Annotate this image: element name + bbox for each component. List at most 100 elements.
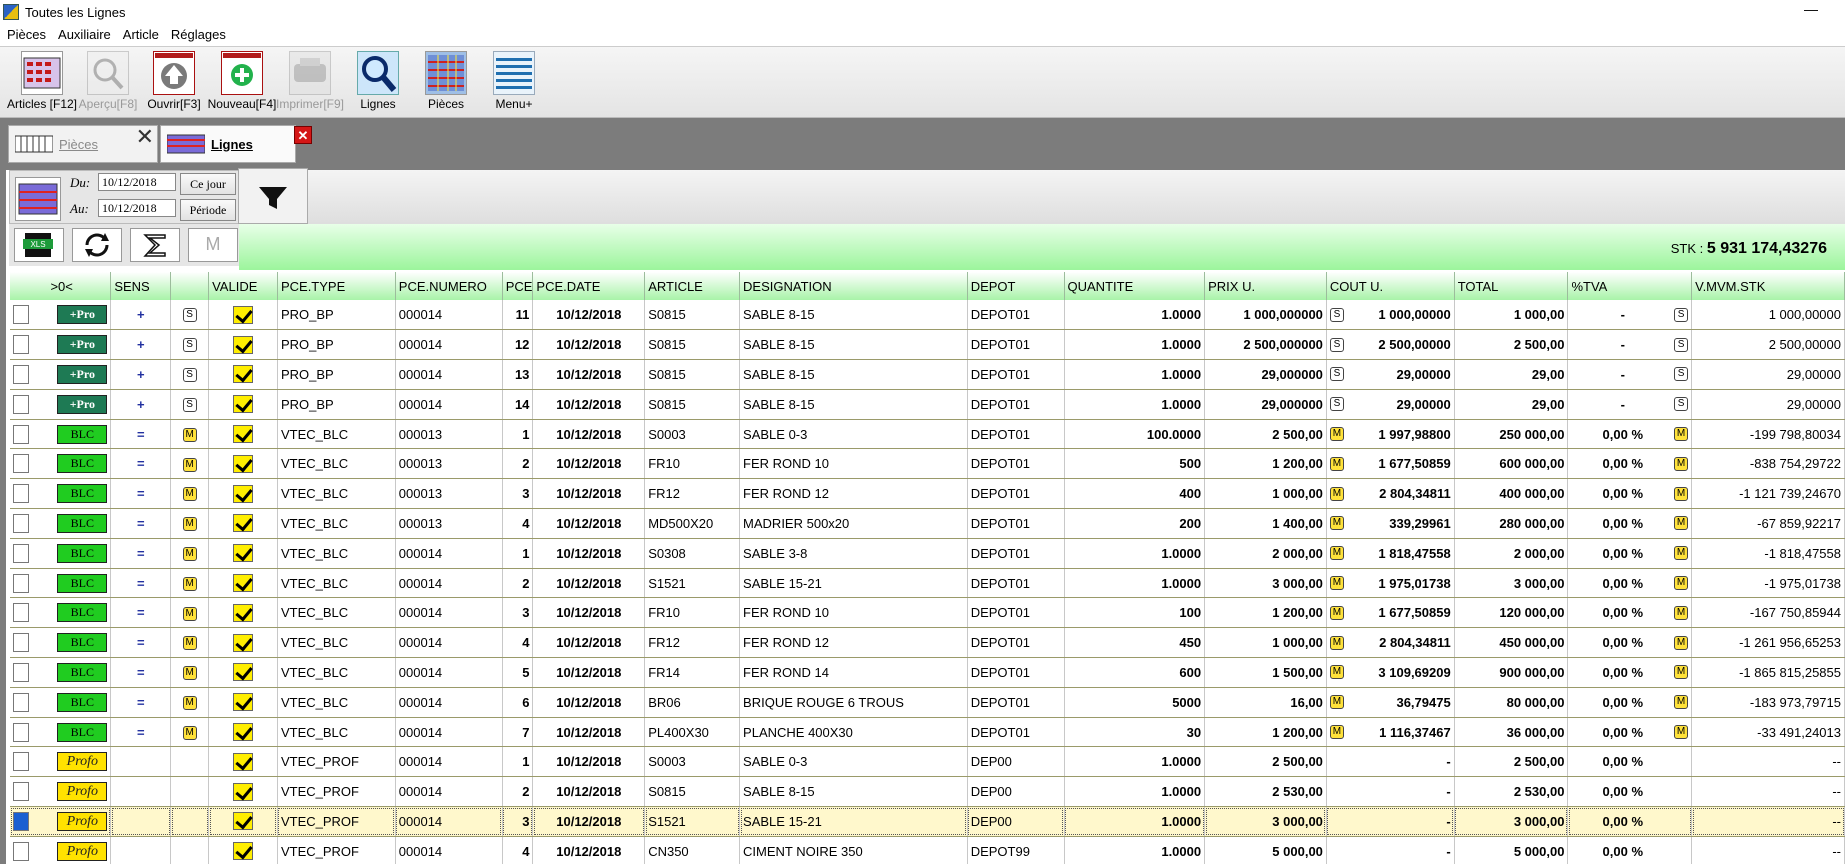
au-date-input[interactable]: 10/12/2018 <box>98 199 176 217</box>
valide-cell[interactable] <box>208 597 278 629</box>
table-row[interactable]: +Pro + S PRO_BP 000014 11 10/12/2018 S0815 SABLE… <box>10 300 1845 331</box>
close-icon[interactable]: ✕ <box>136 126 154 148</box>
column-header[interactable]: VALIDE <box>208 272 278 300</box>
refresh-button[interactable] <box>72 228 122 262</box>
column-header[interactable]: PCE <box>502 272 534 300</box>
table-row[interactable]: BLC = M VTEC_BLC 000014 5 10/12/2018 FR14 FER RO… <box>10 657 1845 688</box>
row-selector-cell[interactable]: BLC <box>10 448 112 480</box>
valide-cell[interactable] <box>208 389 278 420</box>
ce-jour-button[interactable]: Ce jour <box>180 173 236 195</box>
row-checkbox[interactable] <box>13 513 29 533</box>
filter-button[interactable] <box>238 168 308 224</box>
table-row[interactable]: BLC = M VTEC_BLC 000013 4 10/12/2018 MD500X20 MA… <box>10 508 1845 539</box>
column-header[interactable]: %TVA <box>1567 272 1693 300</box>
table-row[interactable]: BLC = M VTEC_BLC 000013 3 10/12/2018 FR12 FER RO… <box>10 478 1845 510</box>
row-selector-cell[interactable]: BLC <box>10 508 112 539</box>
row-selector-cell[interactable]: BLC <box>10 687 112 718</box>
table-row[interactable]: BLC = M VTEC_BLC 000014 3 10/12/2018 FR10 FER RO… <box>10 597 1845 629</box>
row-selector-cell[interactable]: +Pro <box>10 389 112 420</box>
row-checkbox[interactable] <box>13 335 29 355</box>
column-header[interactable] <box>170 272 210 300</box>
column-header[interactable]: QUANTITE <box>1064 272 1206 300</box>
valide-cell[interactable] <box>208 627 278 659</box>
valide-cell[interactable] <box>208 359 278 390</box>
valide-cell[interactable] <box>208 806 278 837</box>
column-header[interactable]: DEPOT <box>967 272 1065 300</box>
sum-button[interactable] <box>130 228 180 262</box>
row-checkbox[interactable] <box>13 603 29 623</box>
table-row[interactable]: BLC = M VTEC_BLC 000014 1 10/12/2018 S0308 SABLE… <box>10 538 1845 569</box>
column-header[interactable]: COUT U. <box>1326 272 1455 300</box>
table-row[interactable]: BLC = M VTEC_BLC 000013 1 10/12/2018 S0003 SABLE… <box>10 419 1845 450</box>
table-row[interactable]: BLC = M VTEC_BLC 000013 2 10/12/2018 FR10 FER RO… <box>10 448 1845 480</box>
valide-cell[interactable] <box>208 746 278 778</box>
column-header[interactable]: DESIGNATION <box>739 272 968 300</box>
row-selector-cell[interactable]: Profo <box>10 776 112 808</box>
valide-cell[interactable] <box>208 776 278 808</box>
row-selector-cell[interactable]: Profo <box>10 806 112 837</box>
row-selector-cell[interactable]: BLC <box>10 657 112 688</box>
row-selector-cell[interactable]: BLC <box>10 597 112 629</box>
column-header[interactable]: PCE.DATE <box>532 272 646 300</box>
row-checkbox[interactable] <box>13 424 29 444</box>
valide-cell[interactable] <box>208 300 278 331</box>
valide-cell[interactable] <box>208 538 278 569</box>
table-row[interactable]: BLC = M VTEC_BLC 000014 7 10/12/2018 PL400X30 PL… <box>10 717 1845 748</box>
row-checkbox[interactable] <box>13 662 29 682</box>
row-selector-cell[interactable]: BLC <box>10 419 112 450</box>
valide-cell[interactable] <box>208 568 278 599</box>
row-selector-cell[interactable]: Profo <box>10 746 112 778</box>
row-checkbox[interactable] <box>13 364 29 384</box>
row-checkbox[interactable] <box>13 394 29 414</box>
column-header[interactable]: SENS <box>110 272 172 300</box>
row-checkbox[interactable] <box>13 722 29 742</box>
row-checkbox[interactable] <box>13 454 29 474</box>
valide-cell[interactable] <box>208 717 278 748</box>
du-date-input[interactable]: 10/12/2018 <box>98 173 176 191</box>
row-selector-cell[interactable]: +Pro <box>10 359 112 390</box>
table-row[interactable]: BLC = M VTEC_BLC 000014 4 10/12/2018 FR12 FER RO… <box>10 627 1845 659</box>
row-selector-cell[interactable]: BLC <box>10 717 112 748</box>
minimize-icon[interactable]: — <box>1803 2 1819 19</box>
tab-lignes[interactable]: Lignes <box>160 125 296 163</box>
row-selector-cell[interactable]: +Pro <box>10 329 112 361</box>
periode-button[interactable]: Période <box>180 199 236 221</box>
table-row[interactable]: +Pro + S PRO_BP 000014 13 10/12/2018 S0815 SABLE… <box>10 359 1845 390</box>
menu-reglages[interactable]: Réglages <box>171 27 226 42</box>
column-header[interactable]: TOTAL <box>1454 272 1569 300</box>
row-checkbox[interactable] <box>13 573 29 593</box>
tab-pieces[interactable]: Pièces ✕ <box>8 125 158 163</box>
row-checkbox[interactable] <box>13 782 29 802</box>
table-row[interactable]: BLC = M VTEC_BLC 000014 2 10/12/2018 S1521 SABLE… <box>10 568 1845 599</box>
valide-cell[interactable] <box>208 419 278 450</box>
table-row[interactable]: Profo VTEC_PROF 000014 3 10/12/2018 S1521 SABL… <box>10 806 1845 837</box>
table-row[interactable]: BLC = M VTEC_BLC 000014 6 10/12/2018 BR06 BRIQUE… <box>10 687 1845 718</box>
row-selector-cell[interactable]: +Pro <box>10 300 112 331</box>
row-checkbox[interactable] <box>13 692 29 712</box>
column-header[interactable]: ARTICLE <box>644 272 741 300</box>
m-button[interactable]: M <box>188 228 238 262</box>
valide-cell[interactable] <box>208 657 278 688</box>
row-checkbox[interactable] <box>13 484 29 504</box>
column-header[interactable]: >0< <box>10 272 112 300</box>
menu-pieces[interactable]: Pièces <box>7 27 46 42</box>
valide-cell[interactable] <box>208 508 278 539</box>
column-header[interactable]: PCE.NUMERO <box>395 272 503 300</box>
row-checkbox[interactable] <box>13 841 29 861</box>
row-selector-cell[interactable]: BLC <box>10 538 112 569</box>
valide-cell[interactable] <box>208 836 278 864</box>
valide-cell[interactable] <box>208 448 278 480</box>
table-row[interactable]: Profo VTEC_PROF 000014 2 10/12/2018 S0815 SABL… <box>10 776 1845 808</box>
row-selector-cell[interactable]: BLC <box>10 478 112 510</box>
export-xls-button[interactable]: XLS <box>14 228 64 262</box>
column-header[interactable]: V.MVM.STK <box>1691 272 1845 300</box>
table-row[interactable]: Profo VTEC_PROF 000014 4 10/12/2018 CN350 CIME… <box>10 836 1845 864</box>
valide-cell[interactable] <box>208 478 278 510</box>
row-checkbox[interactable] <box>13 811 29 831</box>
row-checkbox[interactable] <box>13 543 29 563</box>
table-row[interactable]: +Pro + S PRO_BP 000014 12 10/12/2018 S0815 SABLE… <box>10 329 1845 361</box>
row-checkbox[interactable] <box>13 305 29 325</box>
row-selector-cell[interactable]: BLC <box>10 568 112 599</box>
table-row[interactable]: +Pro + S PRO_BP 000014 14 10/12/2018 S0815 SABLE… <box>10 389 1845 420</box>
close-tab-red-icon[interactable]: ✕ <box>294 126 312 144</box>
